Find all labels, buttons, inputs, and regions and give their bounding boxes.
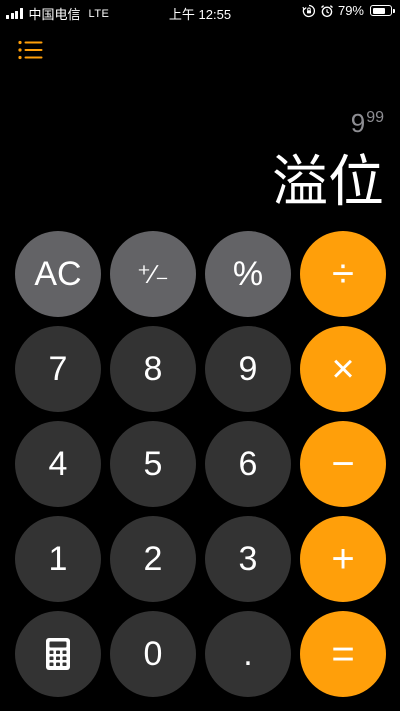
- minus-label: −: [331, 441, 355, 486]
- digit-3-label: 3: [238, 539, 258, 578]
- multiply-label: ×: [331, 346, 355, 391]
- keypad: AC ⁺∕₋ % ÷ 7 8 9 × 4 5 6 − 1 2 3 + 0 . =: [0, 0, 400, 711]
- digit-4-label: 4: [48, 444, 68, 483]
- digit-5-button[interactable]: 5: [110, 421, 196, 507]
- digit-8-label: 8: [143, 349, 163, 388]
- percent-label: %: [232, 254, 264, 293]
- digit-6-button[interactable]: 6: [205, 421, 291, 507]
- equals-label: =: [331, 631, 355, 676]
- digit-7-label: 7: [48, 349, 68, 388]
- digit-6-label: 6: [238, 444, 258, 483]
- all-clear-label: AC: [34, 254, 82, 293]
- plus-label: +: [331, 536, 355, 581]
- digit-5-label: 5: [143, 444, 163, 483]
- digit-2-button[interactable]: 2: [110, 516, 196, 602]
- digit-9-button[interactable]: 9: [205, 326, 291, 412]
- minus-button[interactable]: −: [300, 421, 386, 507]
- digit-3-button[interactable]: 3: [205, 516, 291, 602]
- divide-label: ÷: [332, 251, 354, 296]
- calculator-icon: [46, 638, 70, 670]
- digit-2-label: 2: [143, 539, 163, 578]
- digit-9-label: 9: [238, 349, 258, 388]
- digit-1-button[interactable]: 1: [15, 516, 101, 602]
- digit-0-button[interactable]: 0: [110, 611, 196, 697]
- digit-4-button[interactable]: 4: [15, 421, 101, 507]
- decimal-button[interactable]: .: [205, 611, 291, 697]
- digit-0-label: 0: [143, 634, 163, 673]
- decimal-label: .: [243, 634, 253, 673]
- percent-button[interactable]: %: [205, 231, 291, 317]
- divide-button[interactable]: ÷: [300, 231, 386, 317]
- plus-minus-label: ⁺∕₋: [137, 258, 169, 289]
- digit-8-button[interactable]: 8: [110, 326, 196, 412]
- plus-minus-button[interactable]: ⁺∕₋: [110, 231, 196, 317]
- digit-7-button[interactable]: 7: [15, 326, 101, 412]
- multiply-button[interactable]: ×: [300, 326, 386, 412]
- calculator-mode-button[interactable]: [15, 611, 101, 697]
- equals-button[interactable]: =: [300, 611, 386, 697]
- plus-button[interactable]: +: [300, 516, 386, 602]
- all-clear-button[interactable]: AC: [15, 231, 101, 317]
- digit-1-label: 1: [48, 539, 68, 578]
